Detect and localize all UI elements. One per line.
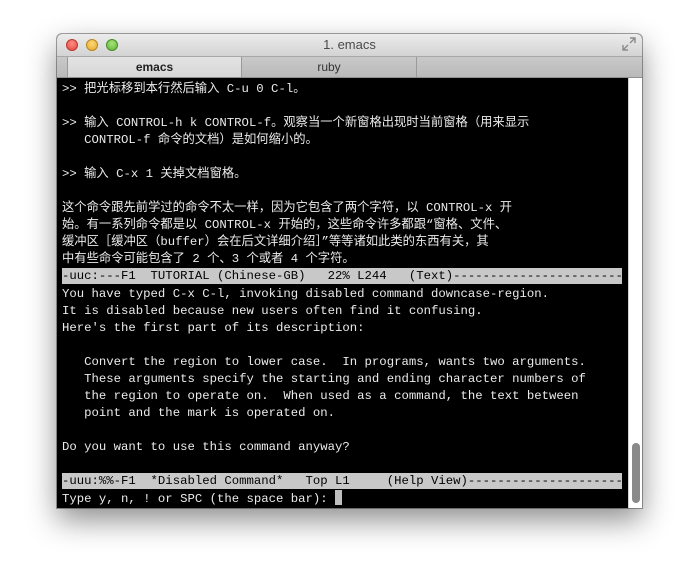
fullscreen-icon[interactable] bbox=[622, 37, 636, 51]
help-line: Convert the region to lower case. In pro… bbox=[62, 355, 586, 369]
text-cursor bbox=[335, 490, 343, 505]
tutorial-line: 缓冲区［缓冲区（buffer）会在后文详细介绍］”等等诸如此类的东西有关，其 bbox=[62, 235, 489, 249]
tab-bar: emacs ruby bbox=[57, 57, 642, 78]
tutorial-line: 始。有一系列命令都是以 CONTROL-x 开始的，这些命令许多都跟“窗格、文件… bbox=[62, 218, 508, 232]
emacs-frame[interactable]: >> 把光标移到本行然后输入 C-u 0 C-l。 >> 输入 CONTROL-… bbox=[62, 81, 622, 506]
help-line: the region to operate on. When used as a… bbox=[62, 389, 579, 403]
tutorial-line: 中有些命令可能包含了 2 个、3 个或者 4 个字符。 bbox=[62, 252, 355, 266]
tutorial-line: >> 输入 C-x 1 关掉文档窗格。 bbox=[62, 167, 247, 181]
help-line: Do you want to use this command anyway? bbox=[62, 440, 350, 454]
tutorial-line: CONTROL-f 命令的文档）是如何缩小的。 bbox=[62, 133, 318, 147]
window-title: 1. emacs bbox=[323, 37, 376, 52]
vertical-scrollbar[interactable] bbox=[628, 78, 642, 508]
terminal-window: 1. emacs emacs ruby >> 把光标移到本行然后输入 C-u 0… bbox=[57, 34, 642, 508]
minibuffer[interactable]: Type y, n, ! or SPC (the space bar): bbox=[62, 490, 343, 507]
title-bar[interactable]: 1. emacs bbox=[57, 34, 642, 57]
mode-line-tutorial[interactable]: -uuc:---F1 TUTORIAL (Chinese-GB) 22% L24… bbox=[62, 268, 622, 284]
tutorial-line: >> 把光标移到本行然后输入 C-u 0 C-l。 bbox=[62, 82, 306, 96]
tab-ruby[interactable]: ruby bbox=[242, 57, 417, 77]
help-line: These arguments specify the starting and… bbox=[62, 372, 586, 386]
scrollbar-thumb[interactable] bbox=[632, 443, 640, 503]
help-line: Here's the first part of its description… bbox=[62, 321, 365, 335]
tutorial-line: >> 输入 CONTROL-h k CONTROL-f。观察当一个新窗格出现时当… bbox=[62, 116, 530, 130]
help-line: You have typed C-x C-l, invoking disable… bbox=[62, 287, 550, 301]
help-line: It is disabled because new users often f… bbox=[62, 304, 483, 318]
minibuffer-prompt: Type y, n, ! or SPC (the space bar): bbox=[62, 492, 336, 506]
tab-emacs[interactable]: emacs bbox=[67, 57, 242, 77]
tutorial-line: 这个命令跟先前学过的命令不太一样，因为它包含了两个字符，以 CONTROL-x … bbox=[62, 201, 513, 215]
mode-line-help[interactable]: -uuu:%%-F1 *Disabled Command* Top L1 (He… bbox=[62, 473, 622, 489]
help-line: point and the mark is operated on. bbox=[62, 406, 336, 420]
